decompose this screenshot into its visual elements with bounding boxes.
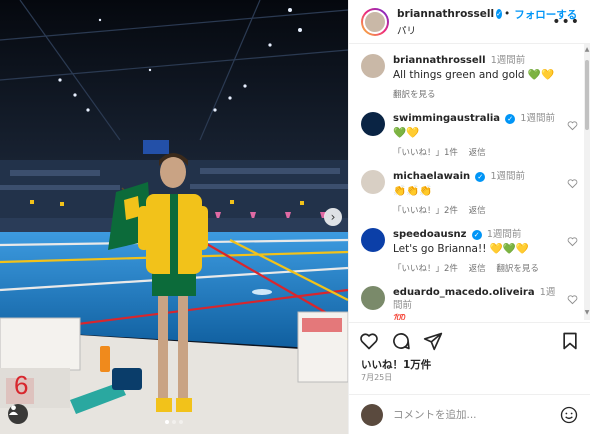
comment-username[interactable]: speedoausnz <box>393 229 466 240</box>
reply-button[interactable]: 返信 <box>469 148 486 158</box>
post-header: briannathrossell ✓ • フォローする パリ ••• <box>349 0 590 44</box>
share-icon[interactable] <box>423 331 443 351</box>
author-username[interactable]: briannathrossell <box>397 8 494 20</box>
comment-username[interactable]: eduardo_macedo.oliveira <box>393 287 535 298</box>
scroll-down-icon[interactable]: ▼ <box>584 309 590 316</box>
separator-dot: • <box>504 8 511 20</box>
arena-illustration: 6 <box>0 0 348 434</box>
verified-icon: ✓ <box>496 9 502 19</box>
comment-username[interactable]: michaelawain <box>393 171 470 182</box>
avatar[interactable] <box>361 112 385 136</box>
verified-icon: ✓ <box>475 172 486 182</box>
comments-list: briannathrossell 1週間前 All things green a… <box>349 44 590 320</box>
action-bar <box>349 322 590 358</box>
reply-button[interactable]: 返信 <box>469 264 486 274</box>
list-item: michaelawain ✓ 1週間前 👏👏👏 「いいね！」2件 返信 <box>361 170 578 216</box>
comment-text: 💚💛 <box>393 127 420 139</box>
comment-text: Let's go Brianna!! 💛💚💛 <box>393 243 529 255</box>
author-avatar[interactable] <box>361 7 389 36</box>
user-tag-icon <box>8 405 19 415</box>
comment-likes[interactable]: 「いいね！」2件 <box>393 264 458 274</box>
bookmark-icon[interactable] <box>560 331 580 351</box>
scrollbar-thumb[interactable] <box>585 60 589 130</box>
starting-block-left <box>0 317 81 408</box>
avatar <box>361 403 383 426</box>
comment-text: 💯 <box>393 314 407 320</box>
like-count[interactable]: いいね！1万件 <box>361 357 431 372</box>
carousel-dot <box>172 420 176 424</box>
verified-icon: ✓ <box>471 230 482 240</box>
user-tag-button[interactable] <box>8 404 28 424</box>
add-comment-bar <box>349 394 590 434</box>
list-item: speedoausnz ✓ 1週間前 Let's go Brianna!! 💛💚… <box>361 228 578 274</box>
comment-time[interactable]: 1週間前 <box>491 171 526 182</box>
scroll-up-icon[interactable]: ▲ <box>584 46 590 53</box>
location-link[interactable]: パリ <box>397 23 552 37</box>
comment-time[interactable]: 1週間前 <box>487 229 522 240</box>
caption: briannathrossell 1週間前 All things green a… <box>361 54 578 100</box>
instagram-post: 6 › briannathrossell ✓ • フォローする パリ ••• b… <box>0 0 590 434</box>
carousel-dot <box>165 420 169 424</box>
translate-link[interactable]: 翻訳を見る <box>496 264 539 274</box>
list-item: swimmingaustralia ✓ 1週間前 💚💛 「いいね！」1件 返信 <box>361 112 578 158</box>
emoji-icon[interactable] <box>560 406 578 424</box>
post-photo[interactable]: 6 › <box>0 0 348 434</box>
reply-button[interactable]: 返信 <box>469 206 486 216</box>
caption-text: All things green and gold 💚💛 <box>393 69 555 81</box>
list-item: eduardo_macedo.oliveira 1週間前 💯 <box>361 286 578 320</box>
comment-time[interactable]: 1週間前 <box>520 113 555 124</box>
caption-time[interactable]: 1週間前 <box>491 55 526 66</box>
starting-block-right <box>297 311 348 383</box>
comment-likes[interactable]: 「いいね！」1件 <box>393 148 458 158</box>
chevron-right-icon: › <box>330 210 336 224</box>
avatar[interactable] <box>361 228 385 252</box>
comment-likes[interactable]: 「いいね！」2件 <box>393 206 458 216</box>
comment-icon[interactable] <box>391 331 411 351</box>
avatar[interactable] <box>361 286 385 310</box>
heart-icon[interactable] <box>567 178 578 189</box>
heart-icon[interactable] <box>567 120 578 131</box>
post-date[interactable]: 7月25日 <box>361 372 392 383</box>
more-options-icon[interactable]: ••• <box>552 14 580 30</box>
avatar[interactable] <box>361 54 385 78</box>
lane-number: 6 <box>14 370 28 400</box>
comment-text: 👏👏👏 <box>393 185 433 197</box>
heart-icon[interactable] <box>567 236 578 247</box>
heart-icon[interactable] <box>359 331 379 351</box>
carousel-dots <box>0 420 348 424</box>
caption-username[interactable]: briannathrossell <box>393 55 486 66</box>
comment-username[interactable]: swimmingaustralia <box>393 113 500 124</box>
next-image-button[interactable]: › <box>324 208 342 226</box>
heart-icon[interactable] <box>567 294 578 305</box>
verified-icon: ✓ <box>505 114 516 124</box>
avatar[interactable] <box>361 170 385 194</box>
comment-input[interactable] <box>393 408 560 421</box>
translate-link[interactable]: 翻訳を見る <box>393 90 436 100</box>
post-sidebar: briannathrossell ✓ • フォローする パリ ••• brian… <box>348 0 590 434</box>
carousel-dot <box>179 420 183 424</box>
